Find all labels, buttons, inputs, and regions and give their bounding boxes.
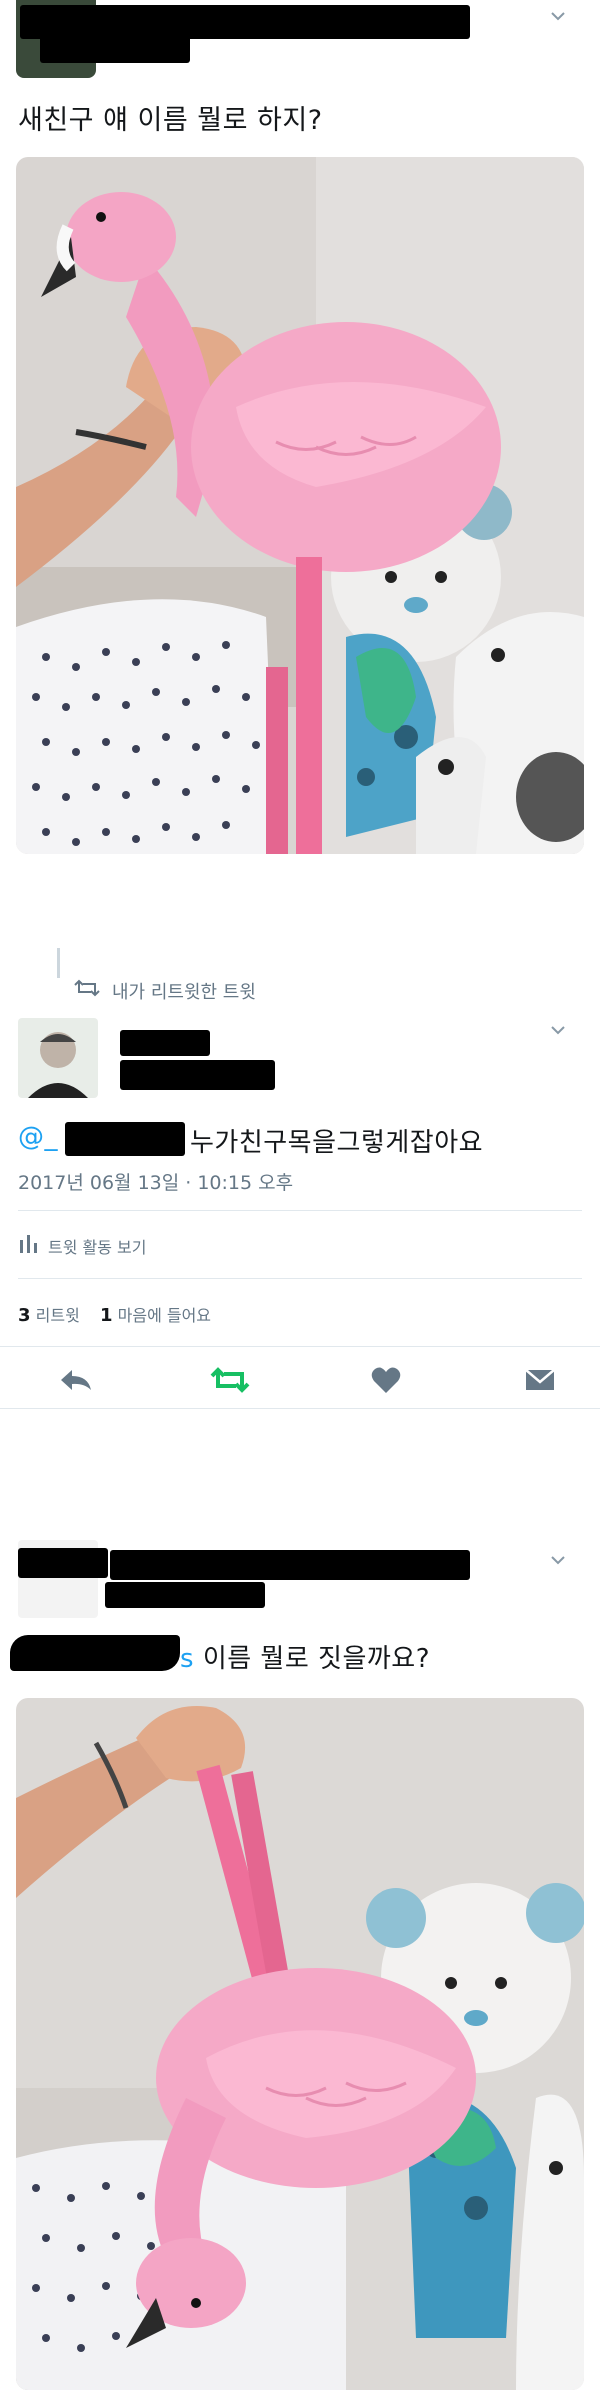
tweet-text: 누가친구목을그렇게잡아요 (190, 1128, 484, 1158)
divider (0, 1408, 600, 1409)
divider (18, 1278, 582, 1279)
reply-icon[interactable] (54, 1362, 98, 1398)
mention-handle-suffix[interactable]: s (180, 1644, 194, 1674)
bar-chart-icon (18, 1232, 40, 1254)
like-stat[interactable]: 1 마음에 들어요 (100, 1302, 211, 1326)
tweet-activity-link[interactable]: 트윗 활동 보기 (48, 1234, 147, 1258)
tweet-photo[interactable] (16, 157, 584, 854)
redacted-username (20, 5, 470, 39)
tweet-text: 새친구 얘 이름 뭘로 하지? (18, 105, 323, 136)
divider (0, 1346, 600, 1347)
flamingo-photo (16, 157, 584, 854)
retweet-icon[interactable] (208, 1362, 252, 1398)
mention-handle[interactable]: @_ (18, 1122, 58, 1152)
thread-line (57, 948, 60, 978)
like-count: 1 (100, 1305, 113, 1326)
redacted-username (110, 1550, 470, 1580)
like-count-label: 마음에 들어요 (117, 1306, 212, 1325)
redacted-handle (105, 1582, 265, 1608)
like-icon[interactable] (364, 1362, 408, 1398)
chevron-down-icon[interactable] (548, 1022, 568, 1042)
chevron-down-icon[interactable] (548, 8, 568, 28)
tweet-text: 이름 뭘로 짓을까요? (202, 1644, 431, 1674)
redacted-handle (40, 35, 190, 63)
tweet-photo[interactable] (16, 1698, 584, 2390)
retweet-icon (74, 978, 100, 998)
timestamp[interactable]: 2017년 06월 13일 · 10:15 오후 (18, 1168, 293, 1195)
chevron-down-icon[interactable] (548, 1552, 568, 1572)
retweet-stat[interactable]: 3 리트윗 (18, 1302, 80, 1326)
redacted-mention (65, 1122, 185, 1156)
avatar[interactable] (18, 1018, 98, 1098)
retweet-count: 3 (18, 1305, 31, 1326)
message-icon[interactable] (518, 1362, 562, 1398)
redacted-mention (10, 1635, 180, 1671)
flamingo-photo (16, 1698, 584, 2390)
retweet-count-label: 리트윗 (35, 1306, 80, 1325)
redacted-username (120, 1030, 210, 1056)
redacted-avatar-overlay (18, 1548, 108, 1578)
tweet-text-row: s 이름 뭘로 짓을까요? (180, 1638, 430, 1675)
retweeted-label: 내가 리트윗한 트윗 (112, 982, 256, 1003)
reply-text-row: @_ (18, 1122, 58, 1152)
divider (18, 1210, 582, 1211)
redacted-handle (120, 1060, 275, 1090)
